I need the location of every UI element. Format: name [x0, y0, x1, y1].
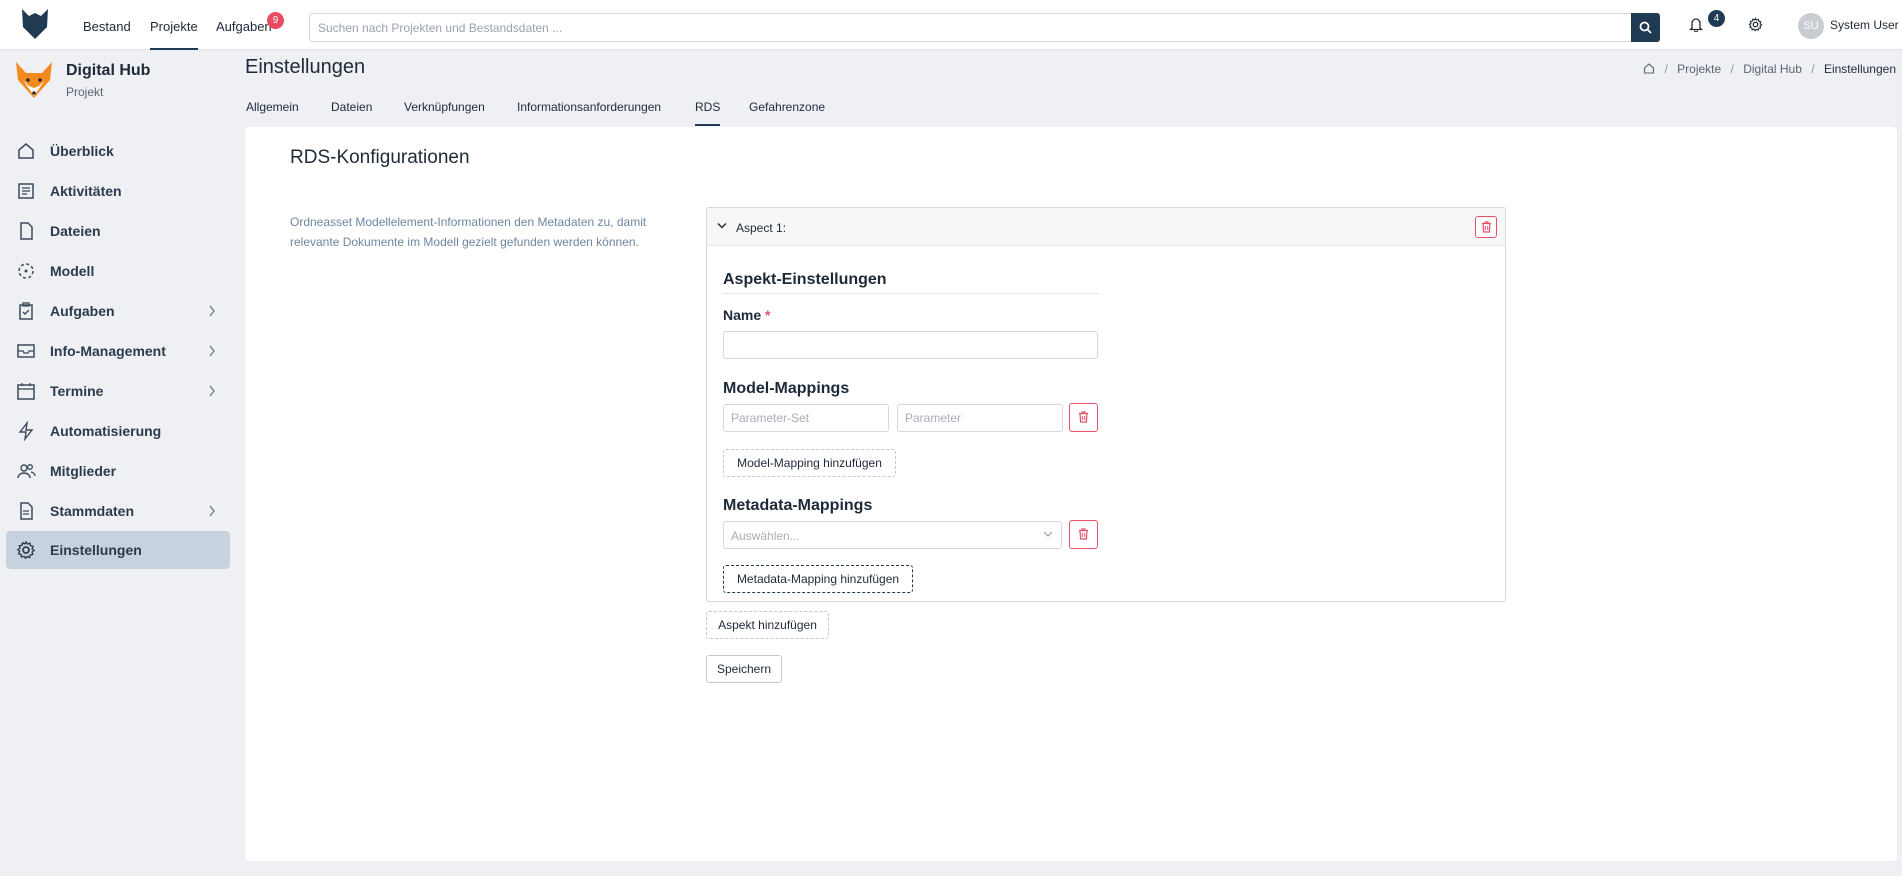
sidebar-item-dateien[interactable]: Dateien [6, 212, 230, 250]
sidebar-item-label: Info-Management [50, 343, 166, 359]
sidebar-item-aktivitaeten[interactable]: Aktivitäten [6, 172, 230, 210]
lightning-icon [18, 421, 34, 441]
fox-logo-icon [16, 62, 52, 98]
section-title: RDS-Konfigurationen [290, 147, 470, 168]
add-aspect-button[interactable]: Aspekt hinzufügen [706, 611, 829, 639]
tasks-icon [19, 302, 33, 320]
save-button[interactable]: Speichern [706, 655, 782, 683]
required-marker: * [765, 307, 771, 323]
tasks-count-badge: 9 [267, 12, 284, 29]
chevron-down-icon [1043, 531, 1053, 537]
sidebar-item-label: Aktivitäten [50, 183, 122, 199]
settings-gear-icon[interactable] [1748, 17, 1763, 32]
tab-informationsanforderungen[interactable]: Informationsanforderungen [517, 92, 661, 126]
search-input[interactable] [309, 13, 1632, 42]
breadcrumb-separator: / [1811, 62, 1815, 76]
inbox-icon [17, 344, 35, 358]
activity-icon [18, 183, 34, 199]
page-title: Einstellungen [245, 56, 366, 78]
sidebar-item-label: Modell [50, 263, 95, 279]
sidebar-item-termine[interactable]: Termine [6, 372, 230, 410]
home-icon [18, 143, 34, 159]
sidebar-item-label: Automatisierung [50, 423, 162, 439]
tab-allgemein[interactable]: Allgemein [246, 92, 299, 126]
user-name[interactable]: System User [1830, 18, 1899, 32]
chevron-right-icon [209, 385, 215, 397]
gear-icon [16, 540, 36, 560]
sidebar-item-modell[interactable]: Modell [6, 252, 230, 290]
add-metadata-mapping-button[interactable]: Metadata-Mapping hinzufügen [723, 565, 913, 593]
sidebar-item-label: Einstellungen [50, 542, 142, 558]
nav-aufgaben[interactable]: Aufgaben [216, 0, 272, 50]
aspect-title: Aspect 1: [736, 221, 787, 235]
sidebar-item-automatisierung[interactable]: Automatisierung [6, 412, 230, 450]
parameter-set-input[interactable] [723, 404, 889, 432]
delete-model-mapping-button[interactable] [1069, 403, 1098, 432]
delete-metadata-mapping-button[interactable] [1069, 520, 1098, 549]
file-icon [20, 222, 33, 240]
breadcrumb-projekte[interactable]: Projekte [1677, 62, 1721, 76]
trash-icon [1079, 411, 1088, 423]
sidebar-item-label: Termine [50, 383, 104, 399]
users-icon [17, 464, 36, 479]
sidebar-item-label: Stammdaten [50, 503, 135, 519]
chevron-down-icon[interactable] [717, 222, 727, 230]
app-logo[interactable] [20, 7, 50, 41]
chevron-right-icon [209, 505, 215, 517]
sidebar-item-aufgaben[interactable]: Aufgaben [6, 292, 230, 330]
breadcrumb-digital-hub[interactable]: Digital Hub [1743, 62, 1802, 76]
project-name: Digital Hub [66, 62, 151, 79]
sidebar-item-label: Aufgaben [50, 303, 115, 319]
model-icon [18, 263, 34, 279]
trash-icon [1079, 528, 1088, 540]
breadcrumb-separator: / [1664, 62, 1668, 76]
project-subtitle: Projekt [66, 85, 104, 99]
name-input[interactable] [723, 331, 1098, 359]
sidebar-item-ueberblick[interactable]: Überblick [6, 132, 230, 170]
delete-aspect-button[interactable] [1475, 216, 1497, 238]
document-icon [20, 502, 33, 520]
metadata-mappings-title: Metadata-Mappings [723, 497, 873, 514]
breadcrumb-current: Einstellungen [1823, 62, 1896, 76]
sidebar-item-label: Mitglieder [50, 463, 117, 479]
tab-rds[interactable]: RDS [695, 92, 721, 126]
add-model-mapping-button[interactable]: Model-Mapping hinzufügen [723, 449, 896, 477]
avatar[interactable]: SU [1798, 13, 1824, 39]
model-mappings-title: Model-Mappings [723, 380, 850, 397]
sidebar-item-label: Dateien [50, 223, 101, 239]
parameter-input[interactable] [897, 404, 1063, 432]
tab-dateien[interactable]: Dateien [331, 92, 372, 126]
trash-icon [1482, 221, 1491, 233]
aspect-settings-title: Aspekt-Einstellungen [723, 271, 887, 288]
bell-icon[interactable] [1689, 17, 1703, 32]
nav-projekte[interactable]: Projekte [150, 0, 198, 50]
section-description: Ordneasset Modellelement-Informationen d… [290, 215, 647, 249]
top-bar: Bestand Projekte Aufgaben 9 4 SU System … [0, 0, 1902, 50]
tab-gefahrenzone[interactable]: Gefahrenzone [749, 92, 825, 126]
sidebar-item-info-management[interactable]: Info-Management [6, 332, 230, 370]
chevron-right-icon [209, 345, 215, 357]
search-button[interactable] [1631, 13, 1660, 42]
sidebar-item-mitglieder[interactable]: Mitglieder [6, 452, 230, 490]
divider [723, 293, 1099, 294]
breadcrumb-separator: / [1730, 62, 1734, 76]
breadcrumb: / Projekte / Digital Hub / Einstellungen [1643, 62, 1896, 76]
calendar-icon [17, 383, 35, 400]
nav-bestand[interactable]: Bestand [83, 0, 131, 50]
notifications-badge: 4 [1708, 10, 1725, 27]
name-label: Name * [723, 307, 771, 323]
aspect-header[interactable]: Aspect 1: [707, 208, 1505, 246]
tab-verknuepfungen[interactable]: Verknüpfungen [404, 92, 485, 126]
sidebar-item-stammdaten[interactable]: Stammdaten [6, 492, 230, 530]
search-icon [1639, 21, 1652, 34]
metadata-select[interactable]: Auswählen... [723, 521, 1062, 549]
select-placeholder: Auswählen... [731, 529, 800, 543]
sidebar-item-einstellungen[interactable]: Einstellungen [6, 531, 230, 569]
sidebar-item-label: Überblick [50, 143, 114, 159]
chevron-right-icon [209, 305, 215, 317]
home-icon[interactable] [1643, 62, 1655, 74]
